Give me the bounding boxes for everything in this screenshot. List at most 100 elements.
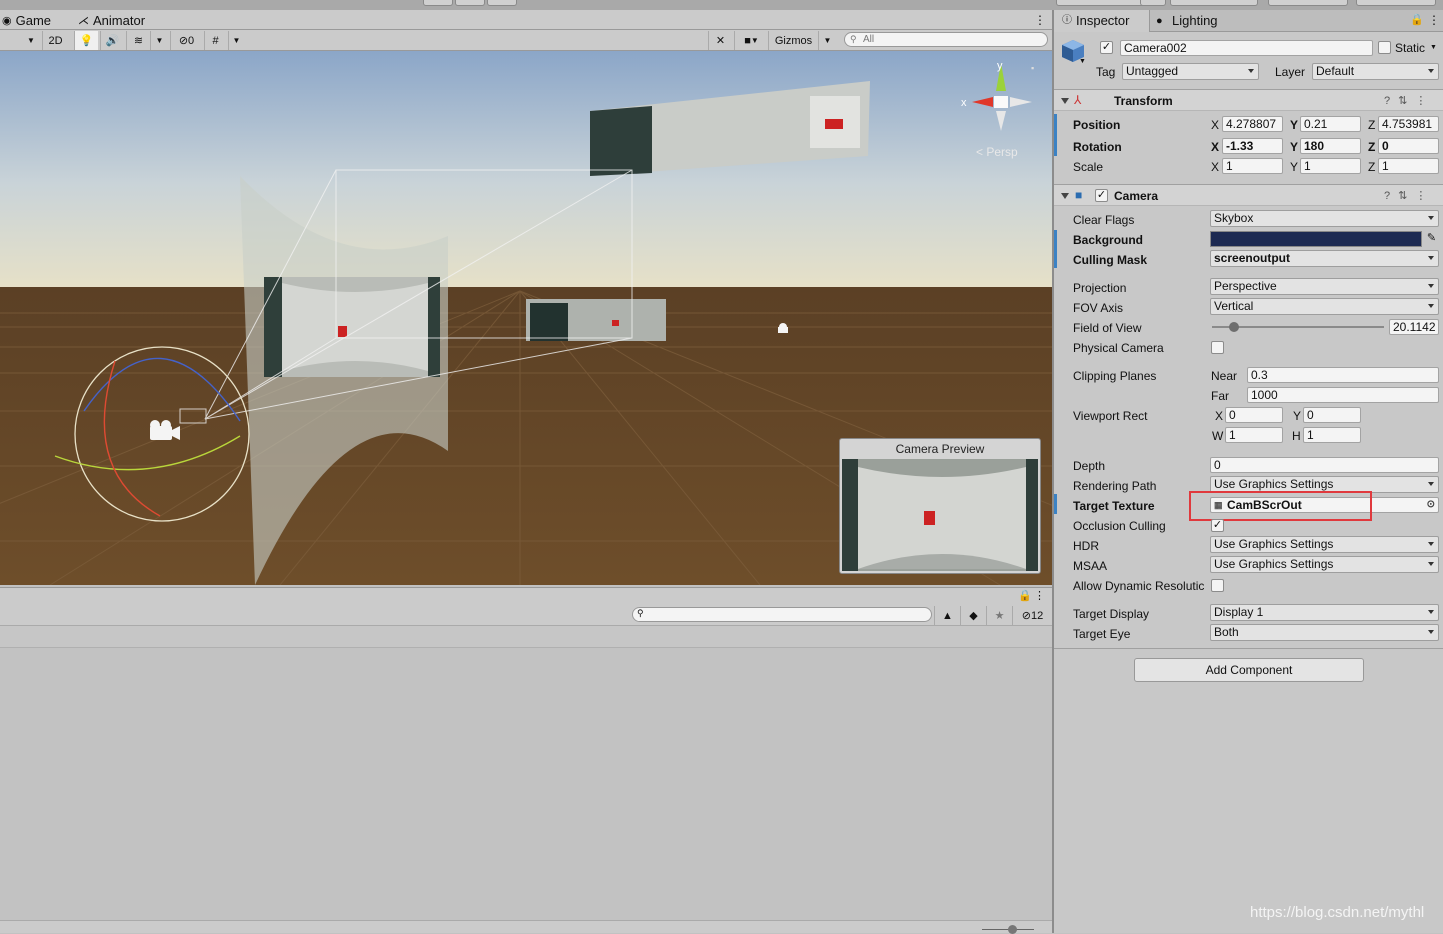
eyedropper-icon[interactable]: ✎ <box>1424 231 1439 247</box>
axis-x-label: X <box>1211 118 1220 132</box>
rotation-x-field[interactable]: -1.33 <box>1222 138 1283 154</box>
rect-y-field[interactable]: 0 <box>1303 407 1361 423</box>
chevron-down-icon[interactable]: ▼ <box>1079 58 1086 65</box>
tab-inspector[interactable]: ⓘ Inspector <box>1054 10 1150 32</box>
camera-settings-icon[interactable]: ■ ▼ <box>734 31 768 50</box>
occlusion-culling-checkbox[interactable]: ✓ <box>1211 519 1224 532</box>
help-icon[interactable]: ? <box>1384 95 1398 107</box>
target-display-dropdown[interactable]: Display 1 <box>1210 604 1439 621</box>
panel-menu-icon[interactable]: ⋮ <box>1428 13 1440 27</box>
hidden-packages-toggle[interactable]: ⊘ 12 <box>1012 606 1052 625</box>
scale-z-field[interactable]: 1 <box>1378 158 1439 174</box>
position-x-field[interactable]: 4.278807 <box>1222 116 1283 132</box>
project-search-input[interactable]: ⚲ <box>632 607 932 622</box>
position-y-field[interactable]: 0.21 <box>1300 116 1361 132</box>
step-button[interactable] <box>487 0 517 6</box>
persp-label[interactable]: < Persp <box>976 145 1018 159</box>
lighting-toggle-icon[interactable]: 💡 <box>74 31 98 50</box>
panel-menu-icon[interactable]: ⋮ <box>1034 13 1046 27</box>
pause-button[interactable] <box>455 0 485 6</box>
fov-axis-label: FOV Axis <box>1073 301 1124 315</box>
lock-icon[interactable]: 🔒 <box>1018 589 1032 602</box>
background-color-swatch[interactable] <box>1210 231 1422 247</box>
grid-dropdown[interactable]: ▼ <box>228 31 244 50</box>
component-header-icons[interactable]: ?⇅⋮ <box>1384 189 1434 202</box>
rect-h-field[interactable]: 1 <box>1303 427 1361 443</box>
allow-dynamic-resolution-label: Allow Dynamic Resolutic <box>1073 579 1205 593</box>
scale-x-field[interactable]: 1 <box>1222 158 1283 174</box>
cloud-button[interactable] <box>1140 0 1166 6</box>
rect-x-field[interactable]: 0 <box>1225 407 1283 423</box>
far-field[interactable]: 1000 <box>1247 387 1439 403</box>
rendering-path-label: Rendering Path <box>1073 479 1157 493</box>
clear-flags-label: Clear Flags <box>1073 213 1135 227</box>
camera-component-header[interactable]: ■ ✓ Camera ?⇅⋮ <box>1054 184 1443 206</box>
project-assets-area[interactable] <box>0 648 1052 920</box>
target-eye-dropdown[interactable]: Both <box>1210 624 1439 641</box>
filter-type-icon[interactable]: ▲ <box>934 606 960 625</box>
tab-lighting[interactable]: ● Lighting <box>1150 10 1250 32</box>
allow-dynamic-resolution-checkbox[interactable] <box>1211 579 1224 592</box>
hdr-dropdown[interactable]: Use Graphics Settings <box>1210 536 1439 553</box>
msaa-dropdown[interactable]: Use Graphics Settings <box>1210 556 1439 573</box>
gizmos-button[interactable]: Gizmos <box>768 31 818 50</box>
mode-2d-button[interactable]: 2D <box>42 31 68 50</box>
lock-icon[interactable]: 🔒 <box>1410 13 1424 26</box>
chevron-down-icon[interactable]: ▼ <box>1430 44 1437 51</box>
hidden-objects-toggle[interactable]: ⊘ 0 <box>170 31 202 50</box>
collab-button[interactable] <box>1056 0 1146 6</box>
context-menu-icon[interactable]: ⋮ <box>1415 190 1434 202</box>
rotation-y-field[interactable]: 180 <box>1300 138 1361 154</box>
layers-button[interactable] <box>1268 0 1348 6</box>
static-checkbox[interactable] <box>1378 41 1391 54</box>
context-menu-icon[interactable]: ⋮ <box>1415 95 1434 107</box>
tools-icon[interactable]: ✕ <box>708 31 732 50</box>
clear-flags-dropdown[interactable]: Skybox <box>1210 210 1439 227</box>
rect-w-field[interactable]: 1 <box>1225 427 1283 443</box>
physical-camera-checkbox[interactable] <box>1211 341 1224 354</box>
scale-y-field[interactable]: 1 <box>1300 158 1361 174</box>
collapse-triangle-icon[interactable] <box>1061 98 1069 104</box>
transform-component-header[interactable]: ⅄ Transform ?⇅⋮ <box>1054 89 1443 111</box>
layout-button[interactable] <box>1356 0 1436 6</box>
rect-y-label: Y <box>1293 409 1302 423</box>
filter-label-icon[interactable]: ◆ <box>960 606 986 625</box>
culling-mask-dropdown[interactable]: screenoutput <box>1210 250 1439 267</box>
audio-toggle-icon[interactable]: 🔊 <box>100 31 124 50</box>
panel-menu-icon[interactable]: ⋮ <box>1034 589 1045 602</box>
effects-toggle-icon[interactable]: ≋ <box>126 31 150 50</box>
fov-value-field[interactable]: 20.1142 <box>1389 319 1439 335</box>
camera-enabled-checkbox[interactable]: ✓ <box>1095 189 1108 202</box>
rotation-z-field[interactable]: 0 <box>1378 138 1439 154</box>
scene-search-input[interactable]: ⚲ All <box>844 32 1048 47</box>
fov-axis-dropdown[interactable]: Vertical <box>1210 298 1439 315</box>
camera-preview-window: Camera Preview <box>839 438 1041 574</box>
grid-icon[interactable]: # <box>204 31 226 50</box>
tab-game[interactable]: ◉ Game <box>2 12 51 30</box>
screen-box-near <box>264 277 440 377</box>
tab-animator[interactable]: ⋌ Animator <box>78 12 145 30</box>
favorite-star-icon[interactable]: ★ <box>986 606 1012 625</box>
component-header-icons[interactable]: ?⇅⋮ <box>1384 94 1434 107</box>
play-button[interactable] <box>423 0 453 6</box>
object-name-field[interactable]: Camera002 <box>1120 40 1373 56</box>
lock-icon[interactable]: ▪ <box>1031 63 1034 73</box>
depth-field[interactable]: 0 <box>1210 457 1439 473</box>
projection-dropdown[interactable]: Perspective <box>1210 278 1439 295</box>
collapse-triangle-icon[interactable] <box>1061 193 1069 199</box>
active-checkbox[interactable]: ✓ <box>1100 41 1113 54</box>
object-picker-icon[interactable]: ⊙ <box>1427 498 1435 512</box>
preset-icon[interactable]: ⇅ <box>1398 95 1415 107</box>
gizmos-dropdown[interactable]: ▼ <box>818 31 836 50</box>
effects-dropdown[interactable]: ▼ <box>150 31 168 50</box>
add-component-button[interactable]: Add Component <box>1134 658 1364 682</box>
position-z-field[interactable]: 4.753981 <box>1378 116 1439 132</box>
preset-icon[interactable]: ⇅ <box>1398 190 1415 202</box>
help-icon[interactable]: ? <box>1384 190 1398 202</box>
shading-mode-dropdown[interactable]: ▼ <box>0 31 38 50</box>
section-divider <box>1054 648 1443 649</box>
account-button[interactable] <box>1170 0 1258 6</box>
layer-dropdown[interactable]: Default <box>1312 63 1439 80</box>
near-field[interactable]: 0.3 <box>1247 367 1439 383</box>
tag-dropdown[interactable]: Untagged <box>1122 63 1259 80</box>
